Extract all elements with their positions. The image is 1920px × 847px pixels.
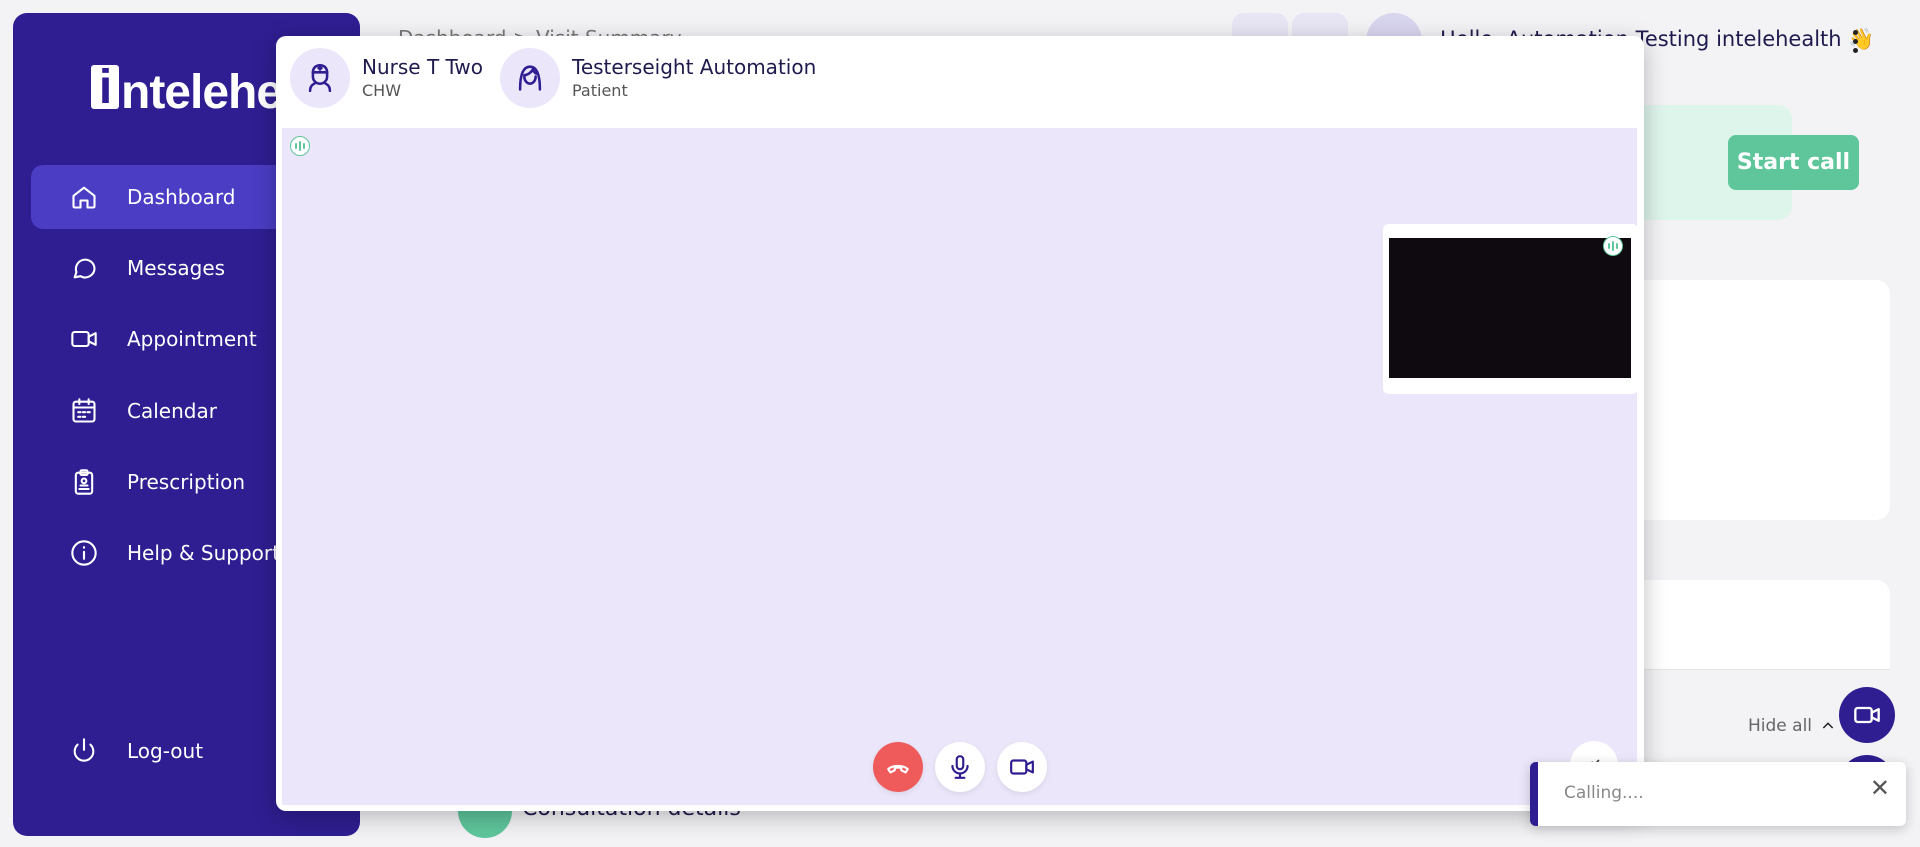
participant-nurse: Nurse T Two CHW xyxy=(290,48,483,108)
microphone-icon xyxy=(951,755,969,779)
sidebar-item-label: Log-out xyxy=(127,739,204,763)
hide-all-toggle[interactable]: Hide all xyxy=(1748,716,1836,736)
local-video-preview[interactable] xyxy=(1383,224,1638,394)
info-icon xyxy=(69,538,99,568)
hide-all-label: Hide all xyxy=(1748,716,1813,736)
sidebar-item-label: Calendar xyxy=(127,399,217,423)
participant-patient: Testerseight Automation Patient xyxy=(500,48,816,108)
start-call-button[interactable]: Start call xyxy=(1728,135,1859,190)
toast-message: Calling.... xyxy=(1564,783,1644,803)
participant-name: Nurse T Two xyxy=(362,55,484,79)
chat-icon xyxy=(69,253,99,283)
power-icon xyxy=(69,736,99,766)
nurse-icon xyxy=(290,48,350,108)
sidebar-item-label: Dashboard xyxy=(127,185,236,209)
sidebar-item-label: Appointment xyxy=(127,327,257,351)
remote-video-area xyxy=(282,128,1638,805)
close-icon[interactable]: ✕ xyxy=(1870,776,1890,800)
clipboard-icon xyxy=(69,467,99,497)
calendar-icon xyxy=(69,396,99,426)
video-icon xyxy=(69,324,99,354)
audio-level-icon xyxy=(290,136,310,156)
microphone-button[interactable] xyxy=(935,742,985,792)
video-call-modal: Nurse T Two CHW Testerseight Automation … xyxy=(276,36,1644,811)
video-call-fab[interactable] xyxy=(1839,687,1895,743)
participant-name: Testerseight Automation xyxy=(572,55,817,79)
camera-button[interactable] xyxy=(997,742,1047,792)
chevron-up-icon xyxy=(1822,722,1834,729)
sidebar-item-label: Prescription xyxy=(127,470,245,494)
participant-role: Patient xyxy=(572,81,628,100)
end-call-button[interactable] xyxy=(873,742,923,792)
call-controls xyxy=(276,742,1644,794)
video-icon xyxy=(1854,706,1880,724)
local-video-feed xyxy=(1389,238,1631,378)
sidebar-item-label: Help & Support xyxy=(127,541,280,565)
patient-icon xyxy=(500,48,560,108)
more-options-icon[interactable] xyxy=(1853,30,1861,56)
participant-role: CHW xyxy=(362,81,402,100)
home-icon xyxy=(69,182,99,212)
hangup-icon xyxy=(887,764,909,774)
video-icon xyxy=(1010,759,1034,775)
audio-level-icon xyxy=(1603,236,1623,256)
sidebar-item-label: Messages xyxy=(127,256,226,280)
calling-toast: Calling.... ✕ xyxy=(1530,762,1906,826)
